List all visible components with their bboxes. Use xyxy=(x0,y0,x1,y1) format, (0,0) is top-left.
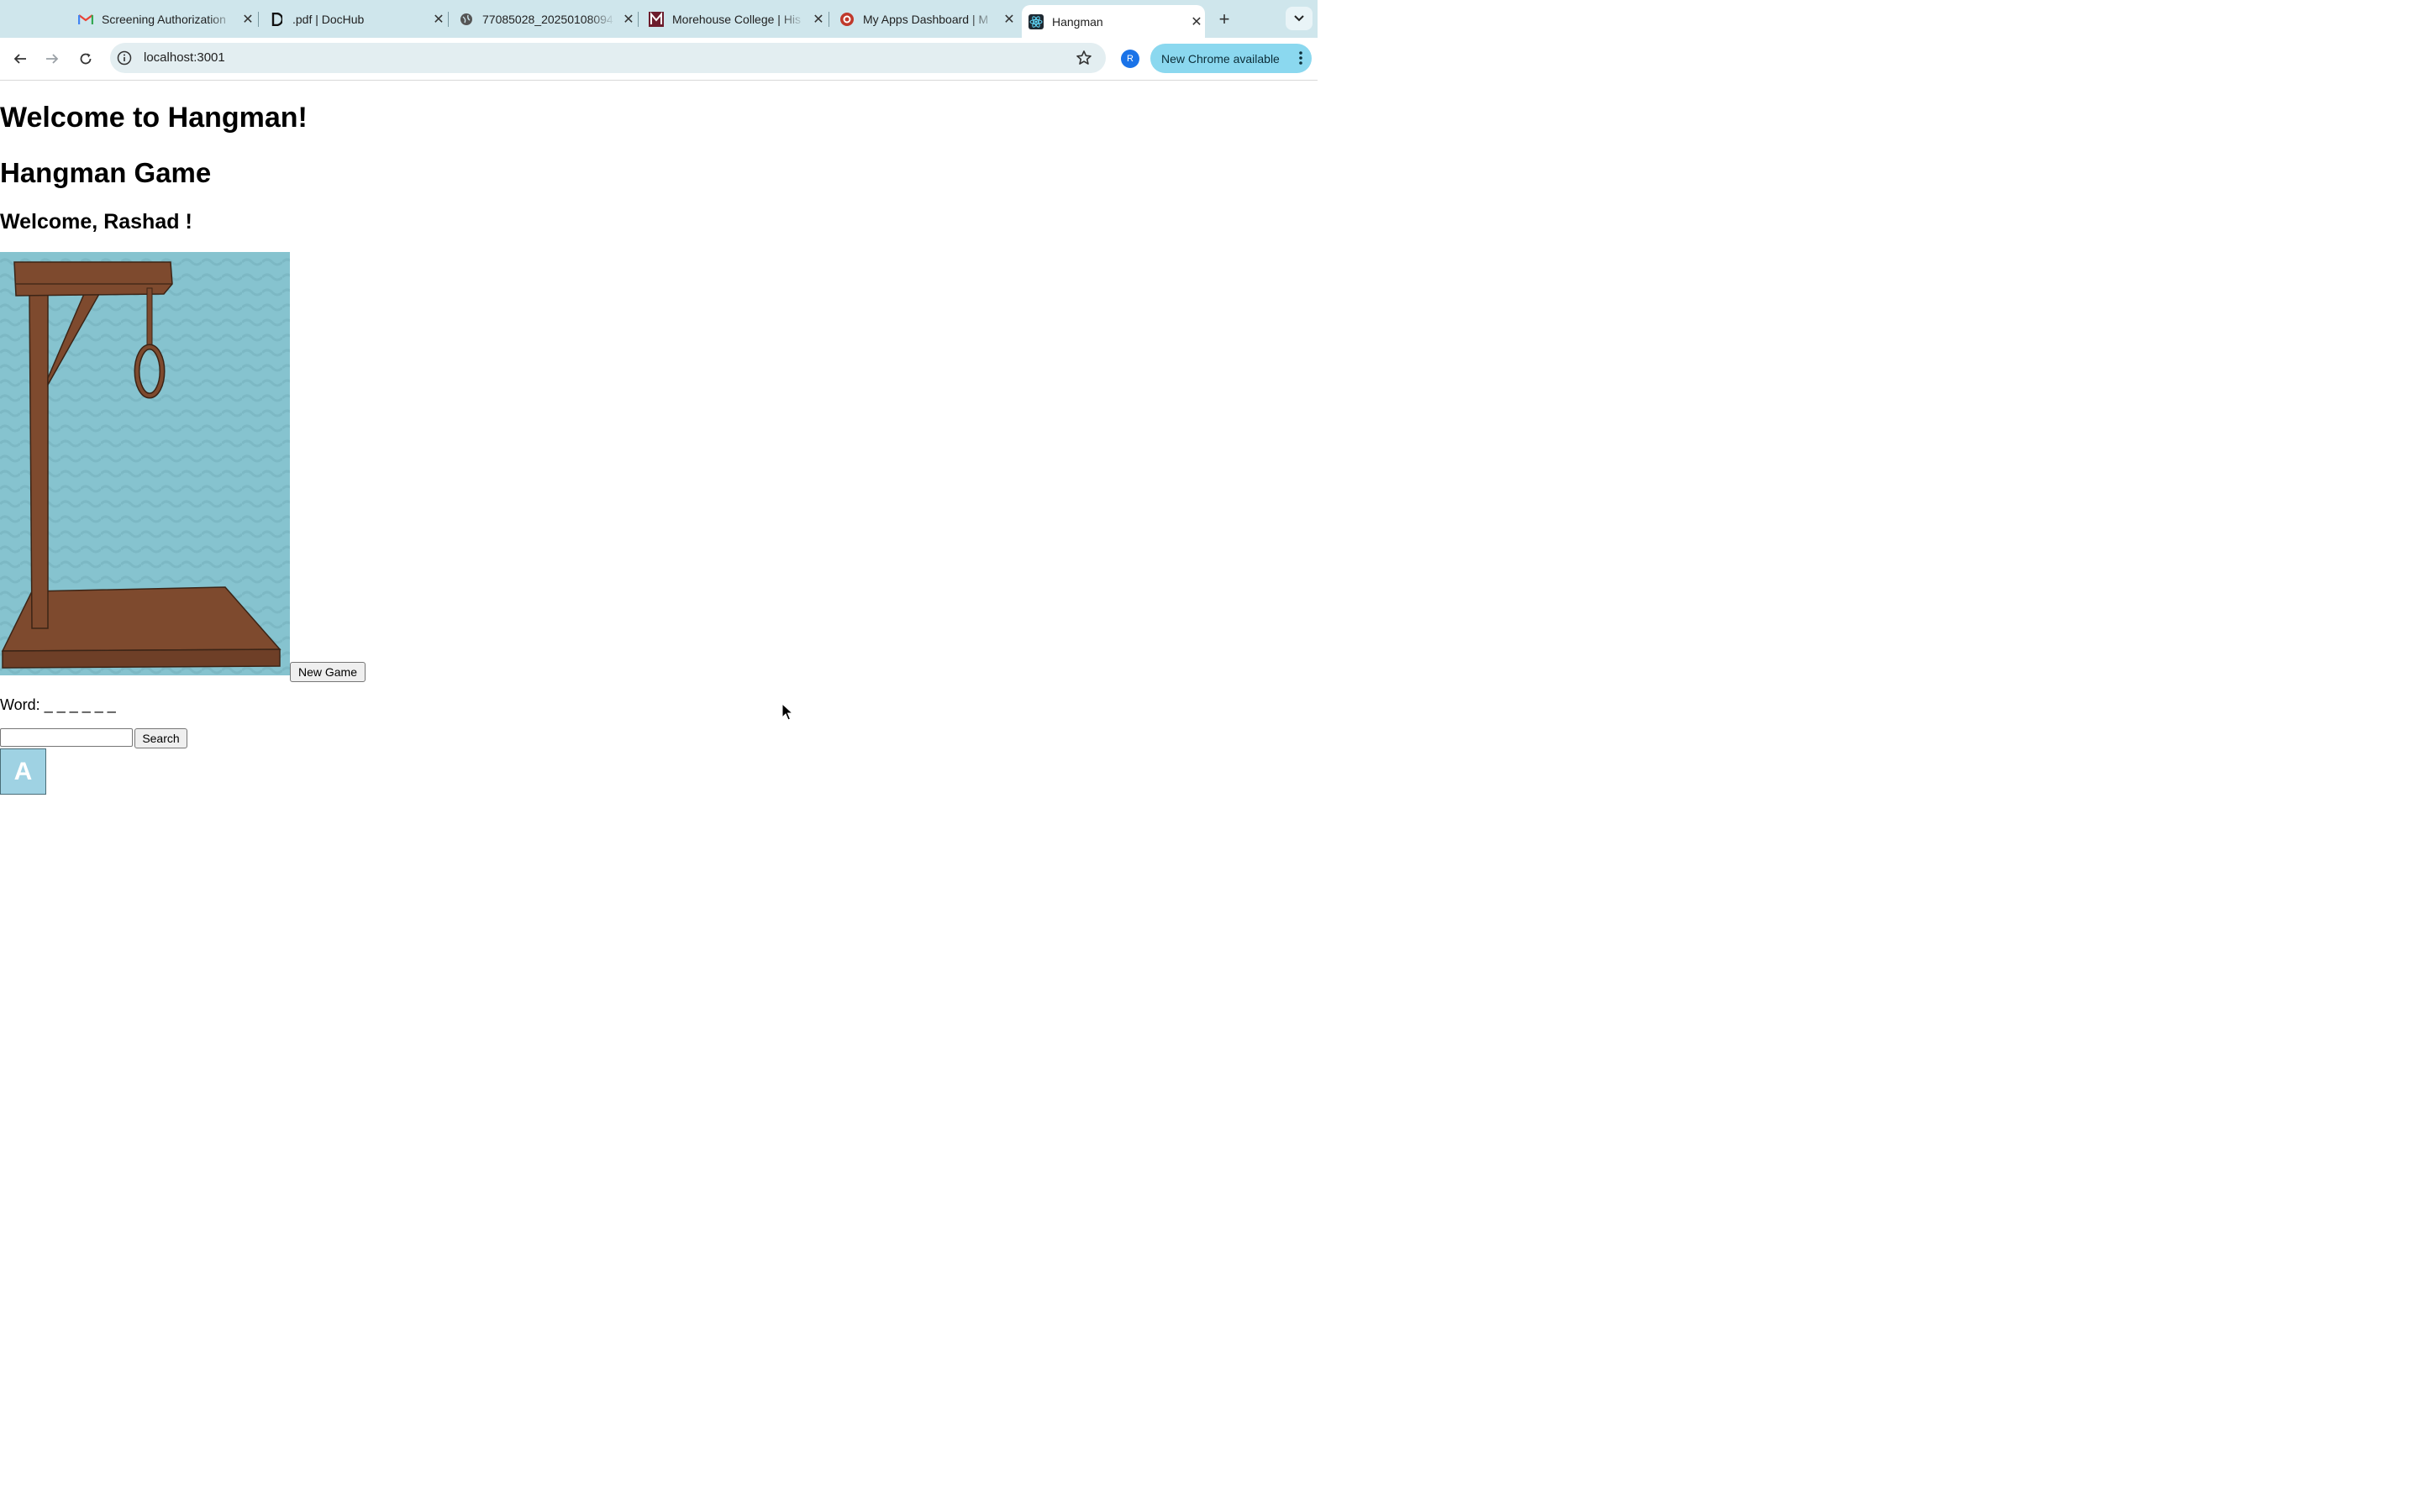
close-tab-icon[interactable]: ✕ xyxy=(239,11,256,28)
mouse-pointer-icon xyxy=(781,702,794,722)
back-arrow-icon[interactable] xyxy=(11,50,29,68)
close-tab-icon[interactable]: ✕ xyxy=(1188,13,1205,30)
close-tab-icon[interactable]: ✕ xyxy=(1001,11,1018,28)
game-title: Hangman Game xyxy=(0,157,212,188)
tab-morehouse-college[interactable]: Morehouse College | His ✕ xyxy=(649,7,827,32)
morehouse-icon xyxy=(649,12,664,27)
chrome-update-button[interactable]: New Chrome available xyxy=(1150,44,1312,73)
tab-hangman[interactable]: Hangman ✕ xyxy=(1022,5,1205,38)
close-tab-icon[interactable]: ✕ xyxy=(430,11,447,28)
gmail-icon xyxy=(78,12,93,27)
hangman-gallows-image xyxy=(0,252,290,675)
tab-divider xyxy=(258,12,259,27)
word-label: Word: xyxy=(0,696,40,713)
word-mask: _ _ _ _ _ _ xyxy=(44,696,116,713)
site-info-icon[interactable] xyxy=(117,50,132,66)
close-tab-icon[interactable]: ✕ xyxy=(620,11,637,28)
react-icon xyxy=(1028,13,1044,29)
tab-title: .pdf | DocHub xyxy=(292,13,365,26)
more-menu-icon[interactable] xyxy=(1298,50,1303,66)
word-display: Word: _ _ _ _ _ _ xyxy=(0,696,116,714)
address-bar[interactable]: localhost:3001 xyxy=(110,43,1106,73)
apps-icon xyxy=(839,12,855,27)
user-greeting: Welcome, Rashad ! xyxy=(0,210,192,234)
tab-pdf-document[interactable]: 77085028_20250108094 ✕ xyxy=(459,7,637,32)
reload-icon[interactable] xyxy=(76,50,95,68)
close-tab-icon[interactable]: ✕ xyxy=(810,11,827,28)
bookmark-star-icon[interactable] xyxy=(1076,50,1092,66)
page-heading: Welcome to Hangman! xyxy=(0,102,308,134)
tab-title: 77085028_20250108094 xyxy=(482,13,613,26)
forward-arrow-icon[interactable] xyxy=(43,50,61,68)
update-label: New Chrome available xyxy=(1161,51,1280,66)
tab-my-apps-dashboard[interactable]: My Apps Dashboard | M ✕ xyxy=(839,7,1018,32)
tab-strip: Screening Authorization ✕ .pdf | DocHub … xyxy=(0,0,1318,38)
new-game-button[interactable]: New Game xyxy=(290,662,366,682)
globe-icon xyxy=(459,12,474,27)
guessed-letter-tile[interactable]: A xyxy=(0,748,46,795)
page-content: Welcome to Hangman! Hangman Game Welcome… xyxy=(0,81,1318,806)
tab-dochub[interactable]: .pdf | DocHub ✕ xyxy=(269,7,447,32)
search-button[interactable]: Search xyxy=(134,728,187,748)
tab-title: Hangman xyxy=(1052,14,1103,29)
tab-title: Screening Authorization xyxy=(102,13,226,26)
tab-title: My Apps Dashboard | M xyxy=(863,13,989,26)
tab-search-chevron-icon[interactable] xyxy=(1286,7,1313,30)
tab-title: Morehouse College | His xyxy=(672,13,802,26)
url-text[interactable]: localhost:3001 xyxy=(144,50,225,65)
browser-toolbar: localhost:3001 R New Chrome available xyxy=(0,38,1318,81)
dochub-icon xyxy=(269,12,284,27)
new-tab-icon[interactable]: + xyxy=(1214,8,1234,30)
tab-divider xyxy=(638,12,639,27)
tab-screening-authorization[interactable]: Screening Authorization ✕ xyxy=(78,7,256,32)
guess-input[interactable] xyxy=(0,728,133,747)
profile-avatar[interactable]: R xyxy=(1121,50,1139,68)
tab-divider xyxy=(448,12,449,27)
